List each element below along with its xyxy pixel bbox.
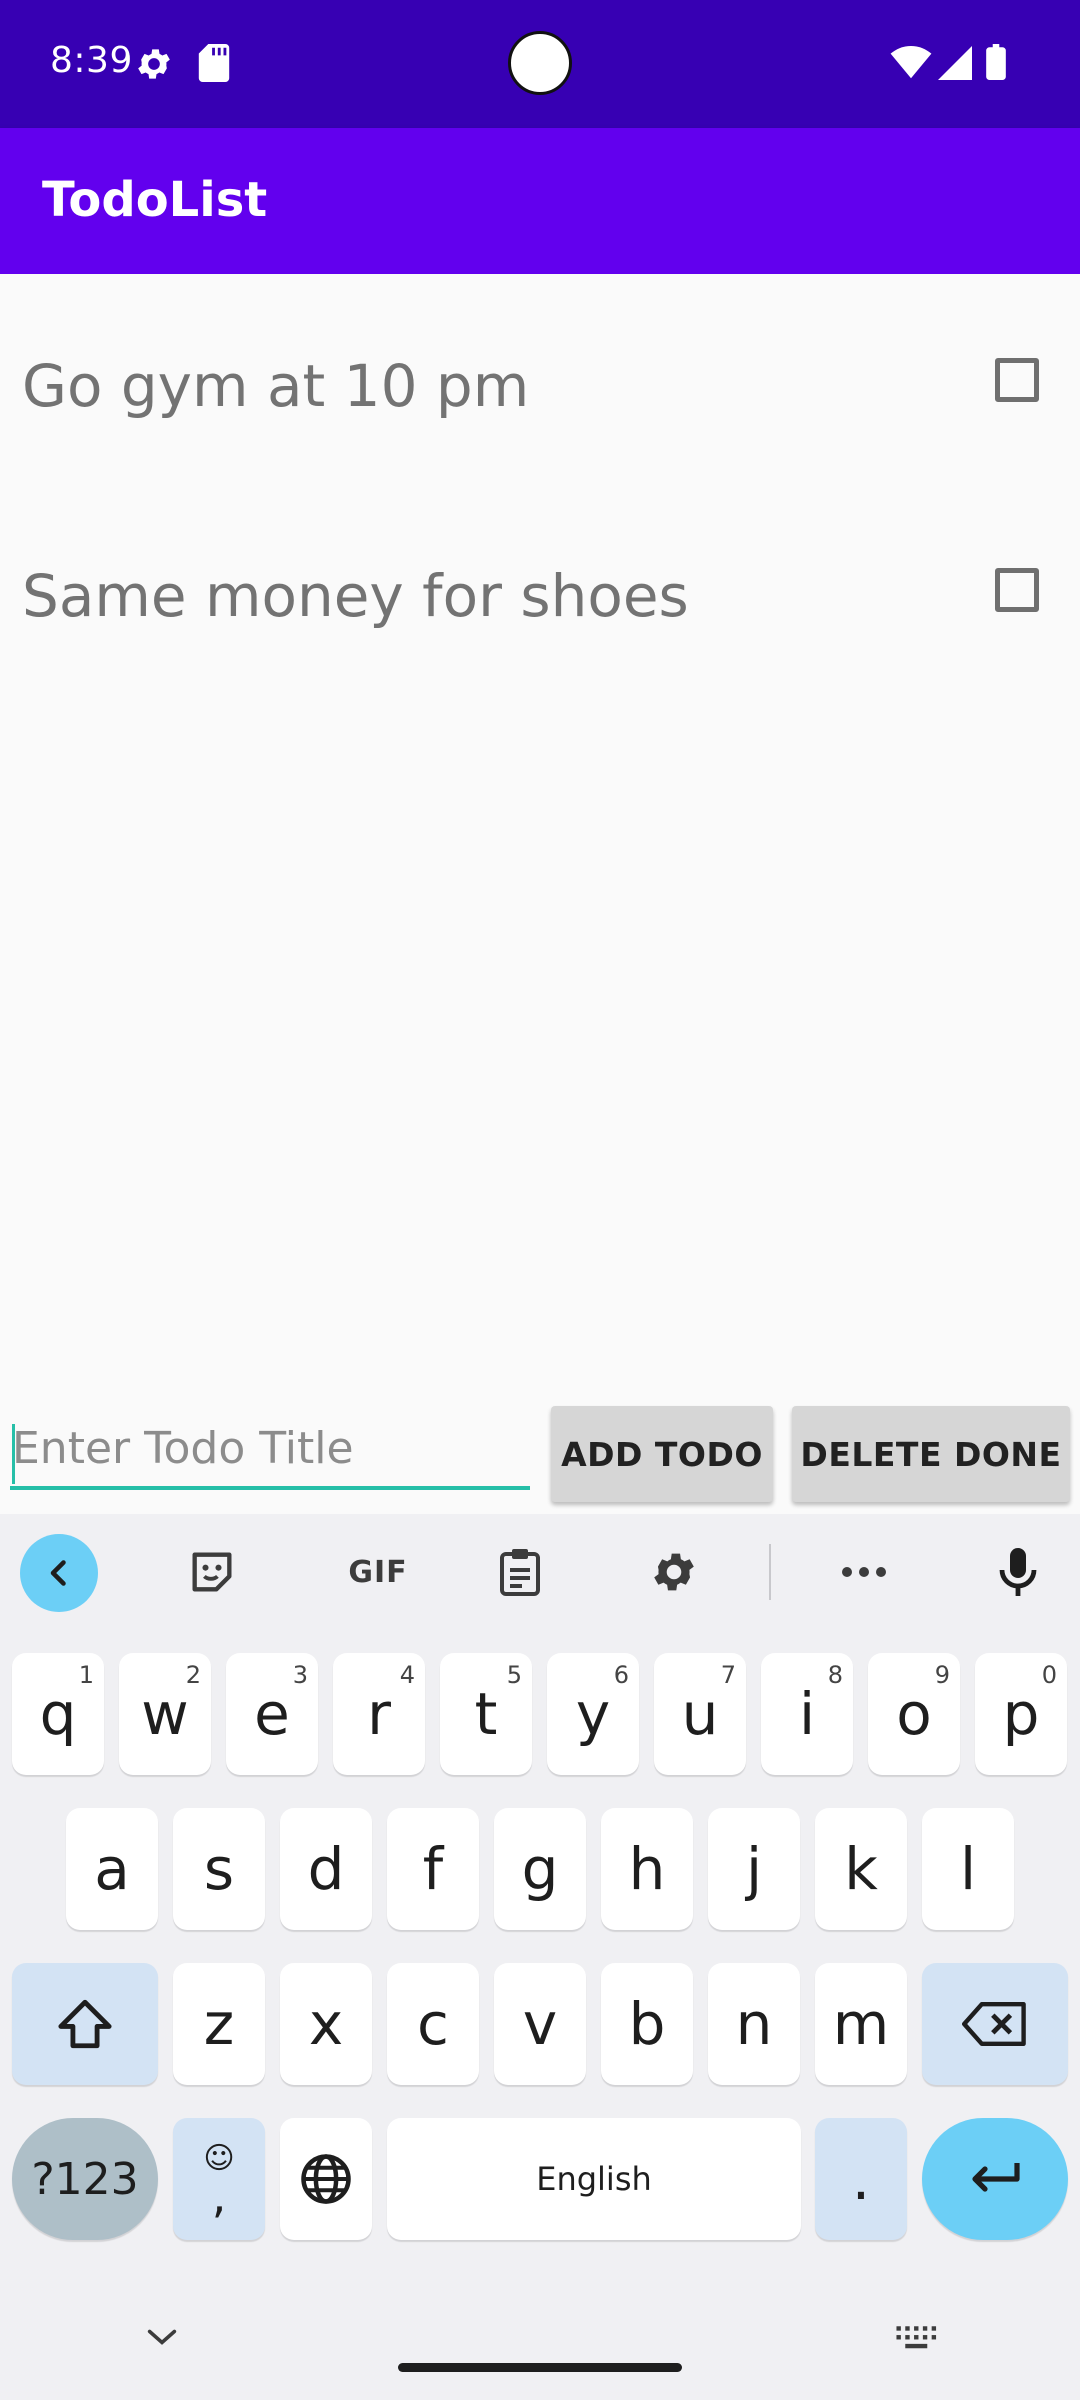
key-l[interactable]: l: [922, 1808, 1014, 1930]
key-a[interactable]: a: [66, 1808, 158, 1930]
todo-title-input[interactable]: [10, 1410, 530, 1490]
symbols-key[interactable]: ?123: [12, 2118, 158, 2240]
key-n[interactable]: n: [708, 1963, 800, 2085]
key-o[interactable]: o9: [868, 1653, 960, 1775]
backspace-key[interactable]: [922, 1963, 1068, 2085]
chevron-down-icon: [147, 2329, 177, 2345]
todo-item-text: Same money for shoes: [22, 562, 689, 630]
keyboard-toolbar: GIF: [0, 1514, 1080, 1630]
key-g[interactable]: g: [494, 1808, 586, 1930]
period-key[interactable]: .: [815, 2118, 907, 2240]
voice-input-button[interactable]: [978, 1532, 1058, 1612]
home-indicator[interactable]: [398, 2363, 682, 2372]
keyboard-settings-button[interactable]: [634, 1532, 714, 1612]
key-j[interactable]: j: [708, 1808, 800, 1930]
sd-card-icon: [198, 44, 230, 86]
hide-keyboard-button[interactable]: [145, 2326, 179, 2352]
key-d[interactable]: d: [280, 1808, 372, 1930]
emoji-comma-key[interactable]: ☺ ,: [173, 2118, 265, 2240]
front-camera: [508, 31, 572, 95]
key-z[interactable]: z: [173, 1963, 265, 2085]
shift-key[interactable]: [12, 1963, 158, 2085]
todo-item[interactable]: Same money for shoes: [0, 522, 1080, 662]
wifi-icon: [890, 46, 932, 84]
key-t[interactable]: t5: [440, 1653, 532, 1775]
clipboard-button[interactable]: [480, 1532, 560, 1612]
toolbar-back-button[interactable]: [20, 1534, 98, 1612]
todo-item[interactable]: Go gym at 10 pm: [0, 312, 1080, 452]
more-dots-icon: [842, 1567, 886, 1577]
enter-arrow-icon: [972, 2163, 1020, 2192]
key-m[interactable]: m: [815, 1963, 907, 2085]
key-c[interactable]: c: [387, 1963, 479, 2085]
key-e[interactable]: e3: [226, 1653, 318, 1775]
navigation-bar: [0, 2290, 1080, 2400]
key-x[interactable]: x: [280, 1963, 372, 2085]
key-b[interactable]: b: [601, 1963, 693, 2085]
todo-done-checkbox[interactable]: [995, 568, 1039, 612]
signal-icon: [938, 46, 972, 84]
add-todo-button[interactable]: ADD TODO: [551, 1406, 773, 1502]
sticker-button[interactable]: [172, 1532, 252, 1612]
keyboard-switcher-button[interactable]: [895, 2324, 939, 2356]
gif-label: GIF: [348, 1554, 408, 1590]
todo-done-checkbox[interactable]: [995, 358, 1039, 402]
key-f[interactable]: f: [387, 1808, 479, 1930]
status-time: 8:39: [50, 40, 133, 81]
battery-icon: [986, 44, 1006, 84]
key-q[interactable]: q1: [12, 1653, 104, 1775]
language-key[interactable]: [280, 2118, 372, 2240]
toolbar-divider: [769, 1544, 771, 1600]
key-r[interactable]: r4: [333, 1653, 425, 1775]
text-cursor: [12, 1424, 15, 1484]
settings-gear-icon: [134, 44, 174, 88]
app-bar: TodoList: [0, 128, 1080, 274]
key-y[interactable]: y6: [547, 1653, 639, 1775]
key-h[interactable]: h: [601, 1808, 693, 1930]
chevron-left-icon: [50, 1560, 66, 1586]
key-w[interactable]: w2: [119, 1653, 211, 1775]
delete-done-button[interactable]: DELETE DONE: [792, 1406, 1070, 1502]
key-p[interactable]: p0: [975, 1653, 1067, 1775]
todo-list: Go gym at 10 pm Same money for shoes: [0, 274, 1080, 1514]
status-bar: 8:39: [0, 0, 1080, 128]
todo-item-text: Go gym at 10 pm: [22, 352, 530, 420]
key-v[interactable]: v: [494, 1963, 586, 2085]
key-u[interactable]: u7: [654, 1653, 746, 1775]
more-options-button[interactable]: [824, 1532, 904, 1612]
gear-icon: [654, 1553, 694, 1591]
key-s[interactable]: s: [173, 1808, 265, 1930]
key-k[interactable]: k: [815, 1808, 907, 1930]
keyboard-icon: [896, 2326, 937, 2349]
sticker-icon: [192, 1552, 232, 1592]
backspace-icon: [962, 2002, 1026, 2046]
clipboard-icon: [500, 1549, 540, 1596]
shift-arrow-icon: [58, 1999, 112, 2049]
enter-key[interactable]: [922, 2118, 1068, 2240]
microphone-icon: [999, 1548, 1037, 1596]
space-key[interactable]: English: [387, 2118, 801, 2240]
gif-button[interactable]: GIF: [328, 1532, 428, 1612]
add-todo-row: ADD TODO DELETE DONE: [0, 1380, 1080, 1514]
globe-icon: [301, 2154, 351, 2204]
soft-keyboard: GIF q1 w2 e3 r4 t5 y6 u7 i8 o9 p0 a s d …: [0, 1514, 1080, 2400]
key-i[interactable]: i8: [761, 1653, 853, 1775]
app-title: TodoList: [42, 172, 268, 228]
